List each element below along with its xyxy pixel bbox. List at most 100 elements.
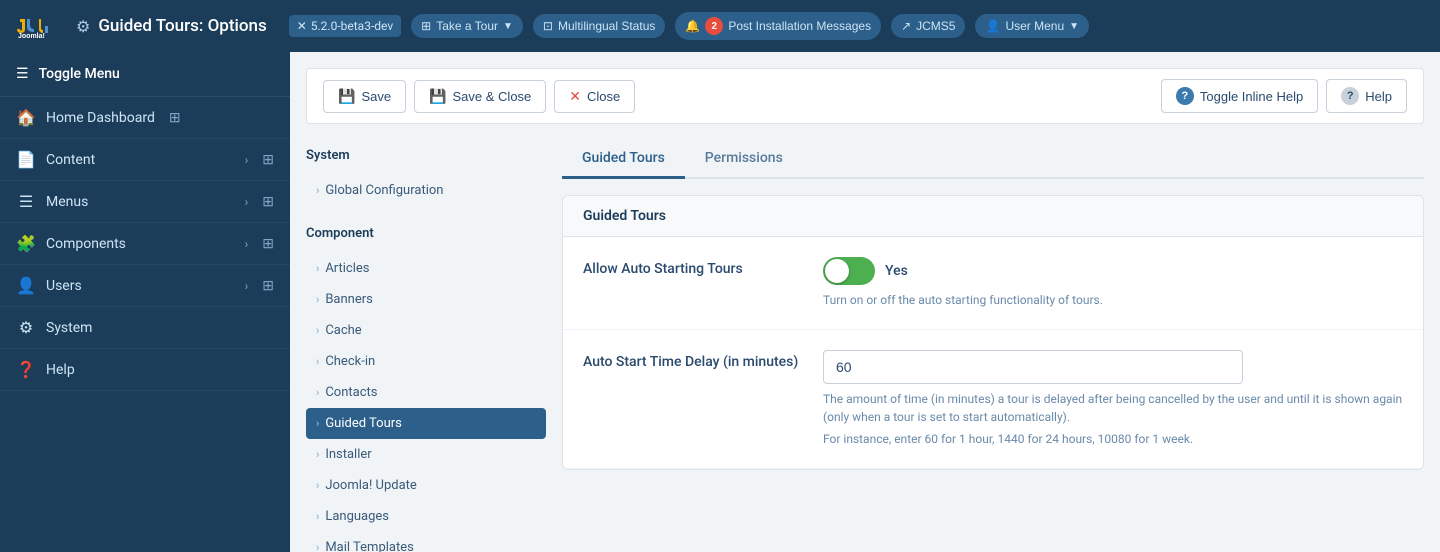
chevron-right-icon: › xyxy=(316,293,319,306)
main-content: 💾 Save 💾 Save & Close ✕ Close ? Toggle I… xyxy=(290,52,1440,552)
gear-icon: ⚙ xyxy=(76,17,90,36)
grid-icon: ⊞ xyxy=(262,194,274,210)
card-title: Guided Tours xyxy=(563,196,1423,237)
system-section-title: System xyxy=(306,140,546,171)
sidebar: ☰ Toggle Menu 🏠 Home Dashboard ⊞ 📄 Conte… xyxy=(0,52,290,552)
chevron-right-icon: › xyxy=(245,153,249,167)
sidebar-item-system[interactable]: ⚙ System xyxy=(0,307,290,349)
settings-row-auto-start: Allow Auto Starting Tours Yes xyxy=(563,237,1423,330)
chevron-right-icon: › xyxy=(316,324,319,337)
panel-item-banners[interactable]: › Banners xyxy=(306,284,546,315)
navbar: Joomla! ⚙ Guided Tours: Options ✕ 5.2.0-… xyxy=(0,0,1440,52)
left-panel: System › Global Configuration Component … xyxy=(306,140,546,552)
sidebar-item-components[interactable]: 🧩 Components › ⊞ xyxy=(0,223,290,265)
time-delay-hint-1: The amount of time (in minutes) a tour i… xyxy=(823,390,1403,426)
chevron-right-icon: › xyxy=(316,541,319,552)
chevron-right-icon: › xyxy=(316,355,319,368)
tour-icon: ⊞ xyxy=(421,19,431,33)
toggle-slider xyxy=(823,257,875,285)
component-section-title: Component xyxy=(306,218,546,249)
toggle-inline-help-button[interactable]: ? Toggle Inline Help xyxy=(1161,79,1318,113)
tab-guided-tours[interactable]: Guided Tours xyxy=(562,140,685,179)
system-icon: ⚙ xyxy=(16,318,36,337)
auto-start-control: Yes Turn on or off the auto starting fun… xyxy=(823,257,1403,309)
save-button[interactable]: 💾 Save xyxy=(323,80,406,113)
take-tour-button[interactable]: ⊞ Take a Tour ▼ xyxy=(411,14,523,38)
grid-icon: ⊞ xyxy=(262,152,274,168)
app-layout: ☰ Toggle Menu 🏠 Home Dashboard ⊞ 📄 Conte… xyxy=(0,52,1440,552)
toggle-wrap: Yes xyxy=(823,257,1403,285)
external-link-icon: ↗ xyxy=(901,19,911,33)
user-menu-button[interactable]: 👤 User Menu ▼ xyxy=(975,14,1089,38)
grid-icon: ⊞ xyxy=(169,110,181,126)
jcms-button[interactable]: ↗ JCMS5 xyxy=(891,14,965,38)
sidebar-item-content[interactable]: 📄 Content › ⊞ xyxy=(0,139,290,181)
save-icon: 💾 xyxy=(338,88,355,105)
chevron-right-icon: › xyxy=(316,479,319,492)
multilingual-status-button[interactable]: ⊡ Multilingual Status xyxy=(533,14,665,38)
guided-tours-card: Guided Tours Allow Auto Starting Tours xyxy=(562,195,1424,470)
grid-icon: ⊞ xyxy=(262,278,274,294)
panel-item-languages[interactable]: › Languages xyxy=(306,501,546,532)
notification-badge: 2 xyxy=(705,17,723,35)
chevron-right-icon: › xyxy=(245,195,249,209)
menus-icon: ☰ xyxy=(16,192,36,211)
question-icon: ? xyxy=(1176,87,1194,105)
auto-start-toggle[interactable] xyxy=(823,257,875,285)
tabs: Guided Tours Permissions xyxy=(562,140,1424,179)
grid-icon: ⊞ xyxy=(262,236,274,252)
post-install-button[interactable]: 🔔 2 Post Installation Messages xyxy=(675,12,881,40)
chevron-right-icon: › xyxy=(316,386,319,399)
toggle-yes-label: Yes xyxy=(885,263,908,279)
tab-permissions[interactable]: Permissions xyxy=(685,140,803,179)
joomla-x-icon: ✕ xyxy=(297,19,307,33)
chevron-right-icon: › xyxy=(245,237,249,251)
save-close-button[interactable]: 💾 Save & Close xyxy=(414,80,546,113)
help-button[interactable]: ? Help xyxy=(1326,79,1407,113)
toggle-knob xyxy=(825,259,849,283)
sidebar-item-home-dashboard[interactable]: 🏠 Home Dashboard ⊞ xyxy=(0,97,290,139)
panel-item-contacts[interactable]: › Contacts xyxy=(306,377,546,408)
chevron-right-icon: › xyxy=(316,184,319,197)
settings-row-time-delay: Auto Start Time Delay (in minutes) The a… xyxy=(563,330,1423,469)
content-icon: 📄 xyxy=(16,150,36,169)
panel-item-guided-tours[interactable]: › Guided Tours xyxy=(306,408,546,439)
joomla-logo[interactable]: Joomla! xyxy=(12,11,56,41)
panel-item-mail-templates[interactable]: › Mail Templates xyxy=(306,532,546,552)
help-icon: ❓ xyxy=(16,360,36,379)
page-title-nav: ⚙ Guided Tours: Options xyxy=(76,16,267,36)
panel-item-articles[interactable]: › Articles xyxy=(306,253,546,284)
time-delay-control: The amount of time (in minutes) a tour i… xyxy=(823,350,1403,448)
toggle-menu-button[interactable]: ☰ Toggle Menu xyxy=(0,52,290,97)
sidebar-item-users[interactable]: 👤 Users › ⊞ xyxy=(0,265,290,307)
auto-start-label: Allow Auto Starting Tours xyxy=(583,257,803,277)
chevron-down-icon: ▼ xyxy=(503,21,513,32)
chevron-right-icon: › xyxy=(316,262,319,275)
panel-item-check-in[interactable]: › Check-in xyxy=(306,346,546,377)
menu-icon: ☰ xyxy=(16,66,29,82)
chevron-right-icon: › xyxy=(245,279,249,293)
chevron-right-icon: › xyxy=(316,510,319,523)
chevron-right-icon: › xyxy=(316,417,319,430)
chevron-right-icon: › xyxy=(316,448,319,461)
time-delay-label: Auto Start Time Delay (in minutes) xyxy=(583,350,803,370)
close-icon: ✕ xyxy=(569,88,581,105)
panel-item-global-config[interactable]: › Global Configuration xyxy=(306,175,546,206)
right-panel: Guided Tours Permissions Guided Tours Al… xyxy=(562,140,1424,552)
panel-item-cache[interactable]: › Cache xyxy=(306,315,546,346)
sidebar-item-menus[interactable]: ☰ Menus › ⊞ xyxy=(0,181,290,223)
svg-text:Joomla!: Joomla! xyxy=(18,33,45,40)
sidebar-item-help[interactable]: ❓ Help xyxy=(0,349,290,391)
multilingual-icon: ⊡ xyxy=(543,19,553,33)
panel-item-installer[interactable]: › Installer xyxy=(306,439,546,470)
bell-icon: 🔔 xyxy=(685,19,700,33)
close-button[interactable]: ✕ Close xyxy=(554,80,635,113)
panel-item-joomla-update[interactable]: › Joomla! Update xyxy=(306,470,546,501)
user-icon: 👤 xyxy=(985,19,1000,33)
home-icon: 🏠 xyxy=(16,108,36,127)
auto-start-hint: Turn on or off the auto starting functio… xyxy=(823,291,1403,309)
chevron-down-icon: ▼ xyxy=(1069,21,1079,32)
save-close-icon: 💾 xyxy=(429,88,446,105)
version-badge: ✕ 5.2.0-beta3-dev xyxy=(289,15,401,37)
time-delay-input[interactable] xyxy=(823,350,1243,384)
